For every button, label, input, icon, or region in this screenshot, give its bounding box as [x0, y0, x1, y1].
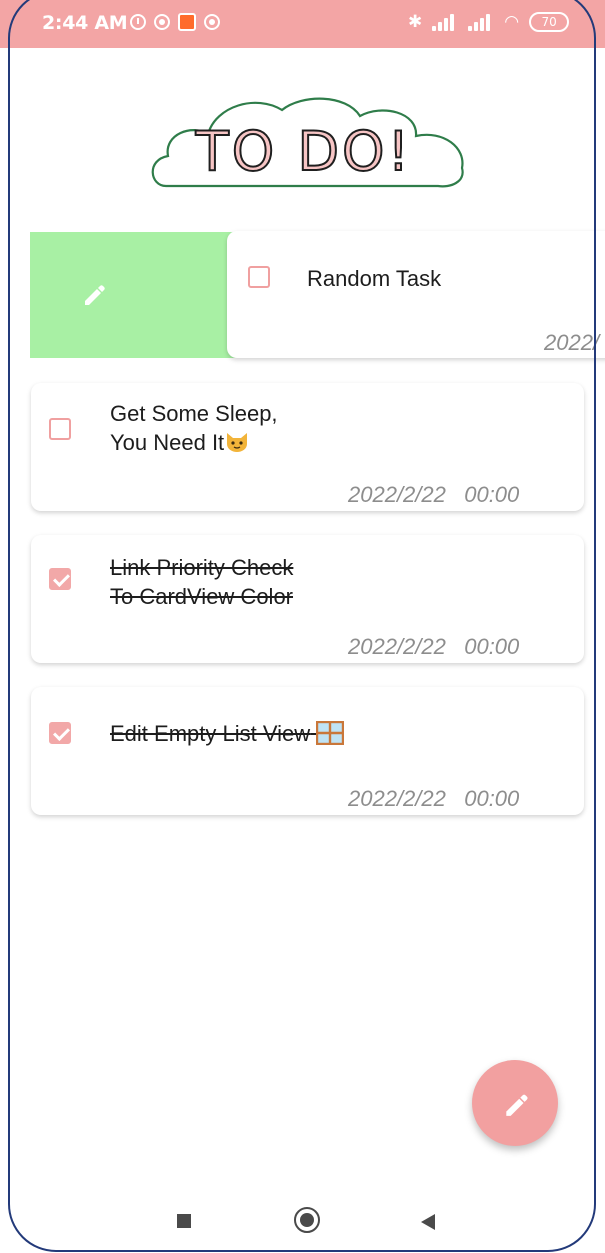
app-logo: TO DO!	[146, 90, 470, 200]
task-title: Random Task	[307, 266, 442, 291]
home-icon[interactable]	[294, 1207, 320, 1233]
cat-face-emoji-icon	[227, 433, 248, 452]
signal-icon	[432, 13, 458, 31]
signal-icon-2	[468, 13, 494, 31]
status-notification-icons	[130, 13, 220, 31]
edit-icon[interactable]	[82, 280, 106, 306]
sync-icon-2	[204, 14, 220, 30]
bluetooth-icon: ✱	[408, 12, 423, 32]
task-title: Get Some Sleep, You Need It	[110, 401, 278, 455]
status-time: 2:44 AM	[42, 12, 128, 34]
logo-text: TO DO!	[195, 120, 412, 183]
task-title: Link Priority Check To CardView Color	[110, 555, 294, 609]
sync-icon	[154, 14, 170, 30]
recents-icon[interactable]	[177, 1214, 191, 1228]
task-datetime: 2022/2/22 00:00	[348, 634, 520, 659]
status-system-icons: ✱ ◠ 70	[408, 12, 570, 32]
wifi-icon: ◠	[504, 12, 520, 32]
task-checkbox[interactable]	[49, 568, 71, 590]
task-checkbox[interactable]	[248, 266, 270, 288]
task-datetime: 2022/2/22 00:00	[348, 786, 520, 811]
task-title: Edit Empty List View	[110, 719, 345, 748]
edit-icon	[506, 1094, 528, 1116]
swipe-edit-action[interactable]	[30, 232, 260, 358]
add-task-fab[interactable]	[472, 1060, 558, 1146]
task-checkbox[interactable]	[49, 418, 71, 440]
task-datetime: 2022/2/22 00:00	[348, 482, 520, 507]
window-emoji-icon	[316, 721, 345, 745]
task-checkbox[interactable]	[49, 722, 71, 744]
alarm-icon	[130, 14, 146, 30]
status-bar: 2:44 AM ✱ ◠ 70	[0, 0, 605, 48]
back-icon[interactable]	[421, 1214, 435, 1230]
battery-icon: 70	[529, 12, 570, 32]
cloud-logo-icon: TO DO!	[151, 97, 464, 188]
task-date: 2022/	[544, 330, 600, 355]
app-notification-icon	[178, 13, 196, 31]
